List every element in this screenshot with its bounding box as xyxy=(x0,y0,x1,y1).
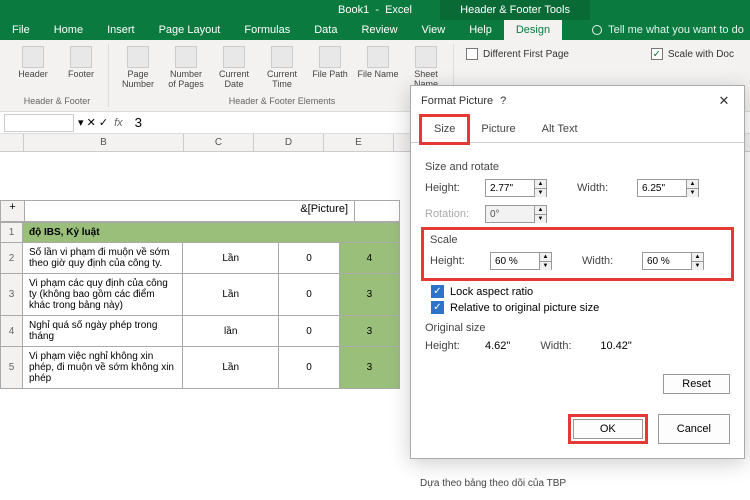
row-header-1[interactable]: 1 xyxy=(1,223,23,243)
page-number-button[interactable]: Page Number xyxy=(117,46,159,90)
orig-height: 4.62" xyxy=(485,340,510,352)
name-icon xyxy=(367,46,389,68)
tab-view[interactable]: View xyxy=(410,20,458,40)
app-name: Excel xyxy=(385,4,412,16)
checkbox-icon xyxy=(466,48,478,60)
height-spinner[interactable]: ▲▼ xyxy=(485,179,547,197)
col-c[interactable]: C xyxy=(184,134,254,151)
picture-code: &[Picture] xyxy=(25,201,355,221)
number-of-pages-button[interactable]: Number of Pages xyxy=(165,46,207,90)
group-header-footer: Header & Footer xyxy=(12,95,102,107)
header-picture-row[interactable]: + &[Picture] xyxy=(0,200,400,222)
bulb-icon xyxy=(592,25,602,35)
size-rotate-section: Size and rotate xyxy=(425,161,730,173)
file-name-button[interactable]: File Name xyxy=(357,46,399,80)
check-icon: ✓ xyxy=(431,301,444,314)
date-icon xyxy=(223,46,245,68)
format-picture-dialog: Format Picture ? ✕ Size Picture Alt Text… xyxy=(410,85,745,459)
tab-home[interactable]: Home xyxy=(42,20,95,40)
tab-review[interactable]: Review xyxy=(349,20,409,40)
close-button[interactable]: ✕ xyxy=(714,93,734,109)
rotation-spinner: ▲▼ xyxy=(485,205,547,223)
worksheet-area: + &[Picture] 1độ IBS, Kỷ luật 2Số lần vi… xyxy=(0,200,400,389)
footer-note: Dựa theo bảng theo dõi của TBP xyxy=(420,478,566,489)
width-spinner[interactable]: ▲▼ xyxy=(637,179,699,197)
header-button[interactable]: Header xyxy=(12,46,54,80)
scale-width-spinner[interactable]: ▲▼ xyxy=(642,252,704,270)
sheet-name-button[interactable]: Sheet Name xyxy=(405,46,447,90)
file-path-button[interactable]: File Path xyxy=(309,46,351,80)
time-icon xyxy=(271,46,293,68)
col-e[interactable]: E xyxy=(324,134,394,151)
tab-help[interactable]: Help xyxy=(457,20,504,40)
footer-button[interactable]: Footer xyxy=(60,46,102,80)
contextual-tab-label: Header & Footer Tools xyxy=(440,0,590,20)
footer-icon xyxy=(70,46,92,68)
check-icon: ✓ xyxy=(431,285,444,298)
tab-size[interactable]: Size xyxy=(421,116,468,143)
tell-me[interactable]: Tell me what you want to do xyxy=(592,24,744,36)
lock-aspect-checkbox[interactable]: ✓Lock aspect ratio xyxy=(431,285,730,298)
current-date-button[interactable]: Current Date xyxy=(213,46,255,90)
table-row: 5Vi phạm việc nghỉ không xin phép, đi mu… xyxy=(1,347,400,389)
section-title: độ IBS, Kỷ luật xyxy=(23,223,400,243)
sheet-icon xyxy=(415,46,437,68)
tab-data[interactable]: Data xyxy=(302,20,349,40)
header-icon xyxy=(22,46,44,68)
help-button[interactable]: ? xyxy=(493,95,513,107)
current-time-button[interactable]: Current Time xyxy=(261,46,303,90)
checkbox-icon: ✓ xyxy=(651,48,663,60)
scale-section: Scale xyxy=(430,234,725,246)
page-number-icon xyxy=(127,46,149,68)
doc-title: Book1 xyxy=(338,4,369,16)
reset-button[interactable]: Reset xyxy=(663,374,730,394)
scale-height-spinner[interactable]: ▲▼ xyxy=(490,252,552,270)
different-first-page-checkbox[interactable]: Different First Page xyxy=(462,46,573,62)
group-elements: Header & Footer Elements xyxy=(117,95,447,107)
tab-formulas[interactable]: Formulas xyxy=(232,20,302,40)
tab-alt-text[interactable]: Alt Text xyxy=(529,116,591,142)
col-b[interactable]: B xyxy=(24,134,184,151)
tab-insert[interactable]: Insert xyxy=(95,20,147,40)
tab-page-layout[interactable]: Page Layout xyxy=(147,20,233,40)
title-bar: Book1 - Excel Header & Footer Tools xyxy=(0,0,750,20)
table-row: 3Vi phạm các quy định của công ty (không… xyxy=(1,274,400,316)
tab-design[interactable]: Design xyxy=(504,20,562,40)
path-icon xyxy=(319,46,341,68)
table-row: 2Số lần vi phạm đi muộn về sớm theo giờ … xyxy=(1,243,400,274)
ribbon-tabs: File Home Insert Page Layout Formulas Da… xyxy=(0,20,750,40)
original-size-section: Original size xyxy=(425,322,730,334)
name-box[interactable] xyxy=(4,114,74,132)
tab-file[interactable]: File xyxy=(0,20,42,40)
cancel-button[interactable]: Cancel xyxy=(658,414,730,444)
tab-picture[interactable]: Picture xyxy=(468,116,528,142)
col-d[interactable]: D xyxy=(254,134,324,151)
dialog-title: Format Picture xyxy=(421,95,493,107)
pages-icon xyxy=(175,46,197,68)
scale-with-doc-checkbox[interactable]: ✓Scale with Doc xyxy=(647,46,738,62)
fx-label[interactable]: fx xyxy=(108,117,129,129)
relative-size-checkbox[interactable]: ✓Relative to original picture size xyxy=(431,301,730,314)
table-row: 4Nghỉ quá số ngày phép trong thánglần03 xyxy=(1,316,400,347)
ok-button[interactable]: OK xyxy=(573,419,643,439)
orig-width: 10.42" xyxy=(600,340,631,352)
